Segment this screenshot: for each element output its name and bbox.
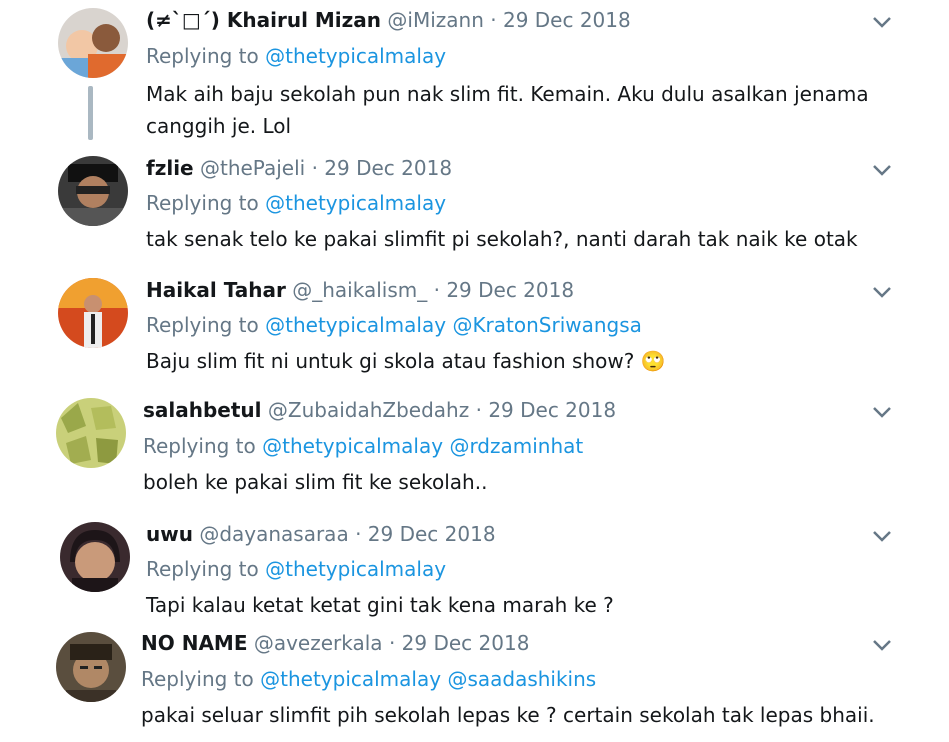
separator-dot: · — [311, 156, 318, 180]
display-name[interactable]: salahbetul — [143, 398, 262, 422]
tweet-date[interactable]: 29 Dec 2018 — [503, 8, 631, 32]
user-handle[interactable]: @avezerkala — [254, 631, 383, 655]
thread-connector — [88, 86, 93, 140]
avatar[interactable] — [56, 398, 126, 468]
replying-line: Replying to @thetypicalmalay — [146, 189, 446, 217]
chevron-down-icon[interactable] — [871, 163, 893, 177]
eye-roll-emoji-icon: 🙄 — [640, 349, 666, 373]
tweet-text: Baju slim fit ni untuk gi skola atau fas… — [146, 345, 906, 377]
display-name[interactable]: Haikal Tahar — [146, 278, 286, 302]
user-handle[interactable]: @iMizann — [387, 8, 483, 32]
display-name[interactable]: NO NAME — [141, 631, 247, 655]
user-handle[interactable]: @thePajeli — [200, 156, 305, 180]
chevron-down-icon[interactable] — [871, 15, 893, 29]
display-name[interactable]: uwu — [146, 522, 193, 546]
mention-link[interactable]: @thetypicalmalay — [265, 557, 446, 581]
replying-line: Replying to @thetypicalmalay @rdzaminhat — [143, 432, 583, 460]
replying-label: Replying to — [143, 434, 256, 458]
display-name[interactable]: (≠`□´) Khairul Mizan — [146, 8, 381, 32]
mention-link[interactable]: @thetypicalmalay — [265, 191, 446, 215]
tweet-date[interactable]: 29 Dec 2018 — [402, 631, 530, 655]
tweet-date[interactable]: 29 Dec 2018 — [488, 398, 616, 422]
chevron-down-icon[interactable] — [871, 405, 893, 419]
user-handle[interactable]: @_haikalism_ — [292, 278, 427, 302]
replying-label: Replying to — [146, 557, 259, 581]
chevron-down-icon[interactable] — [871, 529, 893, 543]
tweet-date[interactable]: 29 Dec 2018 — [368, 522, 496, 546]
user-handle[interactable]: @ZubaidahZbedahz — [268, 398, 469, 422]
tweet-date[interactable]: 29 Dec 2018 — [446, 278, 574, 302]
tweet-header: fzlie @thePajeli · 29 Dec 2018 — [146, 154, 452, 182]
tweet-header: salahbetul @ZubaidahZbedahz · 29 Dec 201… — [143, 396, 616, 424]
avatar[interactable] — [58, 8, 128, 78]
tweet-text: tak senak telo ke pakai slimfit pi sekol… — [146, 227, 858, 251]
tweet-date[interactable]: 29 Dec 2018 — [324, 156, 452, 180]
replying-line: Replying to @thetypicalmalay @KratonSriw… — [146, 311, 642, 339]
display-name[interactable]: fzlie — [146, 156, 194, 180]
replying-label: Replying to — [146, 313, 259, 337]
mention-link[interactable]: @rdzaminhat — [449, 434, 583, 458]
separator-dot: · — [388, 631, 396, 655]
avatar[interactable] — [60, 522, 130, 592]
mention-link[interactable]: @KratonSriwangsa — [452, 313, 641, 337]
separator-dot: · — [433, 278, 440, 302]
tweet-text: Tapi kalau ketat ketat gini tak kena mar… — [146, 593, 614, 617]
separator-dot: · — [475, 398, 482, 422]
tweet-header: Haikal Tahar @_haikalism_ · 29 Dec 2018 — [146, 276, 574, 304]
replying-label: Replying to — [146, 44, 259, 68]
mention-link[interactable]: @saadashikins — [447, 667, 596, 691]
user-handle[interactable]: @dayanasaraa — [199, 522, 348, 546]
mention-link[interactable]: @thetypicalmalay — [262, 434, 443, 458]
tweet-text: pakai seluar slimfit pih sekolah lepas k… — [141, 703, 875, 727]
replying-line: Replying to @thetypicalmalay @saadashiki… — [141, 665, 596, 693]
mention-link[interactable]: @thetypicalmalay — [265, 44, 446, 68]
tweet-header: uwu @dayanasaraa · 29 Dec 2018 — [146, 520, 496, 548]
replying-line: Replying to @thetypicalmalay — [146, 555, 446, 583]
tweet-text: Mak aih baju sekolah pun nak slim fit. K… — [146, 82, 869, 138]
chevron-down-icon[interactable] — [871, 638, 893, 652]
replying-label: Replying to — [146, 191, 259, 215]
tweet-header: NO NAME @avezerkala · 29 Dec 2018 — [141, 629, 529, 657]
chevron-down-icon[interactable] — [871, 285, 893, 299]
mention-link[interactable]: @thetypicalmalay — [260, 667, 441, 691]
avatar[interactable] — [58, 156, 128, 226]
separator-dot: · — [490, 8, 497, 32]
separator-dot: · — [355, 522, 362, 546]
tweet-text-content: Baju slim fit ni untuk gi skola atau fas… — [146, 349, 635, 373]
replying-line: Replying to @thetypicalmalay — [146, 42, 446, 70]
mention-link[interactable]: @thetypicalmalay — [265, 313, 446, 337]
replying-label: Replying to — [141, 667, 254, 691]
avatar[interactable] — [58, 278, 128, 348]
tweet-text: boleh ke pakai slim fit ke sekolah.. — [143, 470, 488, 494]
avatar[interactable] — [56, 632, 126, 702]
tweet-header: (≠`□´) Khairul Mizan @iMizann · 29 Dec 2… — [146, 6, 631, 34]
